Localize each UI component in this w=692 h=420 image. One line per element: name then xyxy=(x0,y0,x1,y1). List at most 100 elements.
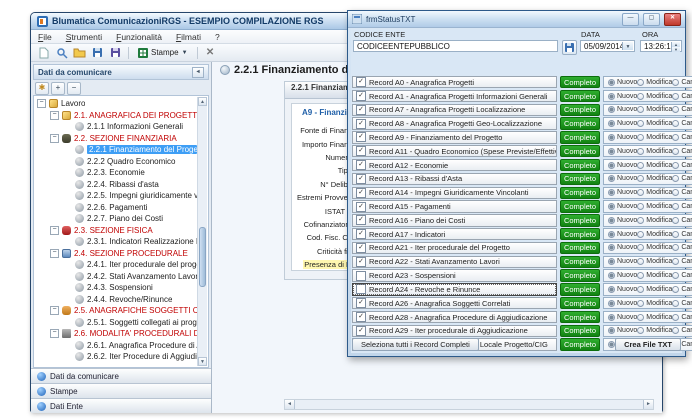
mode-radio-modifica[interactable]: Modifica xyxy=(637,120,672,127)
ora-spinner[interactable]: 13:26:17 ▲▼ xyxy=(640,40,682,52)
tree-item[interactable]: 2.4.1. Iter procedurale del progetto xyxy=(37,259,197,271)
record-status-button[interactable]: Completo xyxy=(560,187,600,199)
save-all-icon[interactable] xyxy=(108,46,123,60)
collapse-icon[interactable]: − xyxy=(50,111,59,120)
mode-radio-cancella[interactable]: Cancella xyxy=(672,327,692,334)
record-label-box[interactable]: ✓Record A12 - Economie xyxy=(352,159,557,171)
record-checkbox[interactable]: ✓ xyxy=(356,229,366,239)
mode-radio-modifica[interactable]: Modifica xyxy=(637,175,672,182)
record-status-button[interactable]: Completo xyxy=(560,145,600,157)
tree-item[interactable]: 2.6.2. Iter Procedure di Aggiudicazione xyxy=(37,351,197,363)
open-folder-icon[interactable] xyxy=(72,46,87,60)
mode-radio-cancella[interactable]: Cancella xyxy=(672,189,692,196)
tree-item[interactable]: −2.3. SEZIONE FISICA xyxy=(37,225,197,237)
spinner-arrows[interactable]: ▲▼ xyxy=(671,42,680,50)
record-label-box[interactable]: ✓Record A13 - Ribassi d'Asta xyxy=(352,173,557,185)
mode-radio-cancella[interactable]: Cancella xyxy=(672,162,692,169)
collapse-all-button[interactable]: − xyxy=(67,82,81,95)
mode-radio-cancella[interactable]: Cancella xyxy=(672,314,692,321)
tree-item[interactable]: −2.4. SEZIONE PROCEDURALE xyxy=(37,248,197,260)
horizontal-scrollbar[interactable]: ◄ ► xyxy=(284,399,654,410)
mode-radio-modifica[interactable]: Modifica xyxy=(637,244,672,251)
record-label-box[interactable]: ✓Record A14 - Impegni Giuridicamente Vin… xyxy=(352,187,557,199)
menu-file[interactable]: File xyxy=(31,32,59,42)
tree-item[interactable]: 2.2.3. Economie xyxy=(37,167,197,179)
record-status-button[interactable]: Completo xyxy=(560,90,600,102)
mode-radio-cancella[interactable]: Cancella xyxy=(672,134,692,141)
tree-item[interactable]: 2.2.6. Pagamenti xyxy=(37,202,197,214)
tree-item[interactable]: 2.4.2. Stati Avanzamento Lavori xyxy=(37,271,197,283)
mode-radio-modifica[interactable]: Modifica xyxy=(637,217,672,224)
mode-radio-modifica[interactable]: Modifica xyxy=(637,79,672,86)
tree-item[interactable]: −2.6. MODALITA' PROCEDURALI DI AGGIUDICA… xyxy=(37,328,197,340)
menu-filmati[interactable]: Filmati xyxy=(169,32,208,42)
pin-button[interactable]: ◂ xyxy=(192,67,204,78)
record-checkbox[interactable]: ✓ xyxy=(356,298,366,308)
record-checkbox[interactable]: ✓ xyxy=(356,91,366,101)
record-label-box[interactable]: ✓Record A11 - Quadro Economico (Spese Pr… xyxy=(352,145,557,157)
record-status-button[interactable]: Completo xyxy=(560,256,600,268)
tree-item[interactable]: 2.6.1. Anagrafica Procedure di Aggiudica… xyxy=(37,340,197,352)
mode-radio-nuovo[interactable]: Nuovo xyxy=(608,79,637,86)
record-label-box[interactable]: ✓Record A17 - Indicatori xyxy=(352,228,557,240)
tree-item[interactable]: 2.4.4. Revoche/Rinunce xyxy=(37,294,197,306)
menu-funzionalita[interactable]: Funzionalità xyxy=(109,32,169,42)
record-checkbox[interactable]: ✓ xyxy=(356,326,366,336)
scroll-left-icon[interactable]: ◄ xyxy=(285,400,295,409)
tree-item[interactable]: 2.1.1 Informazioni Generali xyxy=(37,121,197,133)
tree-item[interactable]: −2.2. SEZIONE FINANZIARIA xyxy=(37,133,197,145)
mode-radio-nuovo[interactable]: Nuovo xyxy=(608,175,637,182)
collapse-icon[interactable]: − xyxy=(50,226,59,235)
record-label-box[interactable]: ✓Record A8 - Anagrafica Progetti Geo-Loc… xyxy=(352,117,557,129)
tools-icon[interactable]: ✕ xyxy=(203,46,218,60)
record-checkbox[interactable]: ✓ xyxy=(356,188,366,198)
tree-item[interactable]: 2.2.5. Impegni giuridicamente vincolanti xyxy=(37,190,197,202)
new-document-icon[interactable] xyxy=(36,46,51,60)
record-label-box[interactable]: ✓Record A21 - Iter procedurale del Proge… xyxy=(352,242,557,254)
mode-radio-cancella[interactable]: Cancella xyxy=(672,217,692,224)
mode-radio-nuovo[interactable]: Nuovo xyxy=(608,286,637,293)
record-status-button[interactable]: Completo xyxy=(560,76,600,88)
mode-radio-cancella[interactable]: Cancella xyxy=(672,93,692,100)
mode-radio-nuovo[interactable]: Nuovo xyxy=(608,134,637,141)
mode-radio-modifica[interactable]: Modifica xyxy=(637,314,672,321)
tree-refresh-button[interactable]: ✱ xyxy=(35,82,49,95)
scroll-right-icon[interactable]: ► xyxy=(643,400,653,409)
collapse-icon[interactable]: − xyxy=(37,99,46,108)
record-label-box[interactable]: ✓Record A15 - Pagamenti xyxy=(352,200,557,212)
mode-radio-nuovo[interactable]: Nuovo xyxy=(608,258,637,265)
codice-ente-input[interactable]: CODICEENTEPUBBLICO xyxy=(353,40,558,52)
mode-radio-cancella[interactable]: Cancella xyxy=(672,175,692,182)
mode-radio-nuovo[interactable]: Nuovo xyxy=(608,162,637,169)
record-checkbox[interactable]: ✓ xyxy=(356,243,366,253)
close-button[interactable]: ✕ xyxy=(664,13,681,26)
collapse-icon[interactable]: − xyxy=(50,306,59,315)
tree-item[interactable]: −2.5. ANAGRAFICHE SOGGETTI CORRELATI xyxy=(37,305,197,317)
mode-radio-modifica[interactable]: Modifica xyxy=(637,231,672,238)
expand-all-button[interactable]: + xyxy=(51,82,65,95)
record-label-box[interactable]: ✓Record A0 - Anagrafica Progetti xyxy=(352,76,557,88)
mode-radio-nuovo[interactable]: Nuovo xyxy=(608,300,637,307)
record-status-button[interactable]: Completo xyxy=(560,117,600,129)
mode-radio-cancella[interactable]: Cancella xyxy=(672,258,692,265)
accordion-item[interactable]: Dati Ente xyxy=(31,398,211,413)
mode-radio-modifica[interactable]: Modifica xyxy=(637,93,672,100)
record-status-button[interactable]: Completo xyxy=(560,283,600,295)
mode-radio-modifica[interactable]: Modifica xyxy=(637,106,672,113)
record-label-box[interactable]: ✓Record A9 - Finanziamento del Progetto xyxy=(352,131,557,143)
mode-radio-cancella[interactable]: Cancella xyxy=(672,203,692,210)
record-status-button[interactable]: Completo xyxy=(560,104,600,116)
mode-radio-cancella[interactable]: Cancella xyxy=(672,286,692,293)
record-checkbox[interactable] xyxy=(356,284,366,294)
record-status-button[interactable]: Completo xyxy=(560,269,600,281)
mode-radio-cancella[interactable]: Cancella xyxy=(672,300,692,307)
record-status-button[interactable]: Completo xyxy=(560,242,600,254)
menu-strumenti[interactable]: Strumenti xyxy=(59,32,109,42)
record-status-button[interactable]: Completo xyxy=(560,131,600,143)
record-status-button[interactable]: Completo xyxy=(560,297,600,309)
search-icon[interactable] xyxy=(54,46,69,60)
mode-radio-nuovo[interactable]: Nuovo xyxy=(608,314,637,321)
data-combobox[interactable]: 05/09/2014 ▼ xyxy=(580,40,635,52)
mode-radio-cancella[interactable]: Cancella xyxy=(672,272,692,279)
tree-item[interactable]: 2.4.3. Sospensioni xyxy=(37,282,197,294)
